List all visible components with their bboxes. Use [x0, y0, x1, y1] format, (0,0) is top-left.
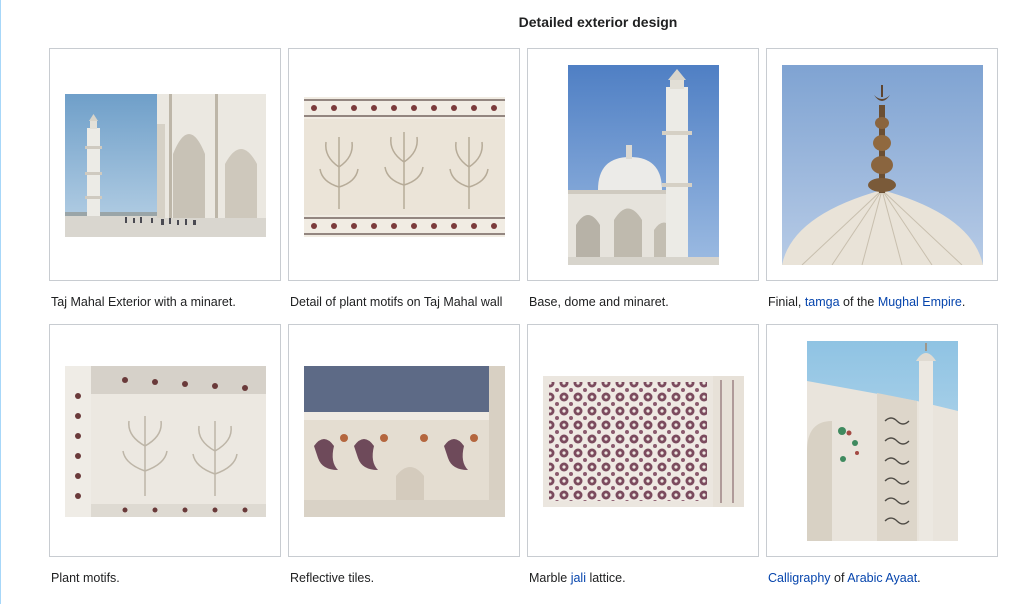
caption-segment: lattice. — [585, 571, 626, 585]
image-reflective-tiles[interactable] — [304, 366, 505, 517]
thumbnail-frame — [527, 48, 759, 281]
caption-calligraphy: Calligraphy of Arabic Ayaat. — [766, 570, 998, 586]
gallery-item-base-dome-minaret: Base, dome and minaret. — [527, 48, 759, 310]
caption-jali-lattice: Marble jali lattice. — [527, 570, 759, 586]
image-jali-lattice[interactable] — [543, 376, 744, 507]
caption-text: Detail of plant motifs on Taj Mahal wall — [290, 295, 502, 309]
image-plant-motifs-wall[interactable] — [304, 97, 505, 237]
caption-link[interactable]: jali — [571, 571, 586, 585]
caption-segment: Reflective tiles. — [290, 571, 375, 585]
caption-text: Base, dome and minaret. — [529, 295, 669, 309]
image-finial[interactable] — [782, 65, 983, 265]
gallery-title: Detailed exterior design — [518, 14, 678, 30]
caption-text: Calligraphy of Arabic Ayaat. — [768, 571, 921, 585]
caption-link[interactable]: Arabic Ayaat — [847, 571, 917, 585]
image-exterior-minaret[interactable] — [65, 94, 266, 237]
caption-link[interactable]: Calligraphy — [768, 571, 831, 585]
caption-plant-motifs: Plant motifs. — [49, 570, 281, 586]
thumbnail-frame — [527, 324, 759, 557]
caption-text: Plant motifs. — [51, 571, 120, 585]
caption-exterior-minaret: Taj Mahal Exterior with a minaret. — [49, 294, 281, 310]
caption-segment: Detail of plant motifs on Taj Mahal wall — [290, 295, 503, 309]
caption-text: Reflective tiles. — [290, 571, 374, 585]
image-base-dome-minaret[interactable] — [568, 65, 719, 265]
gallery-item-exterior-minaret: Taj Mahal Exterior with a minaret. — [49, 48, 281, 310]
caption-link[interactable]: tamga — [805, 295, 840, 309]
thumbnail-frame — [766, 324, 998, 557]
caption-segment: Marble — [529, 571, 571, 585]
thumbnail-frame — [288, 324, 520, 557]
caption-finial: Finial, tamga of the Mughal Empire. — [766, 294, 998, 310]
caption-segment: . — [961, 295, 966, 309]
content-border — [0, 0, 1, 604]
thumbnail-frame — [49, 48, 281, 281]
caption-segment: Taj Mahal Exterior with a minaret. — [51, 295, 236, 309]
caption-segment: . — [917, 571, 921, 585]
gallery-item-finial: Finial, tamga of the Mughal Empire. — [766, 48, 998, 310]
gallery-item-reflective-tiles: Reflective tiles. — [288, 324, 520, 586]
gallery-item-jali-lattice: Marble jali lattice. — [527, 324, 759, 586]
image-plant-motifs[interactable] — [65, 366, 266, 517]
caption-base-dome-minaret: Base, dome and minaret. — [527, 294, 759, 310]
gallery-item-calligraphy: Calligraphy of Arabic Ayaat. — [766, 324, 998, 586]
caption-plant-motifs-wall: Detail of plant motifs on Taj Mahal wall — [288, 294, 520, 310]
image-calligraphy[interactable] — [807, 341, 958, 541]
gallery-item-plant-motifs: Plant motifs. — [49, 324, 281, 586]
caption-segment: of the — [839, 295, 878, 309]
caption-reflective-tiles: Reflective tiles. — [288, 570, 520, 586]
thumbnail-frame — [766, 48, 998, 281]
thumbnail-frame — [49, 324, 281, 557]
caption-segment: Base, dome and minaret. — [529, 295, 669, 309]
caption-text: Taj Mahal Exterior with a minaret. — [51, 295, 236, 309]
caption-text: Finial, tamga of the Mughal Empire. — [768, 295, 965, 309]
gallery-item-plant-motifs-wall: Detail of plant motifs on Taj Mahal wall — [288, 48, 520, 310]
caption-segment: Plant motifs. — [51, 571, 120, 585]
caption-segment: Finial, — [768, 295, 805, 309]
thumbnail-frame — [288, 48, 520, 281]
caption-link[interactable]: Mughal Empire — [878, 295, 962, 309]
caption-text: Marble jali lattice. — [529, 571, 626, 585]
caption-segment: of — [830, 571, 848, 585]
